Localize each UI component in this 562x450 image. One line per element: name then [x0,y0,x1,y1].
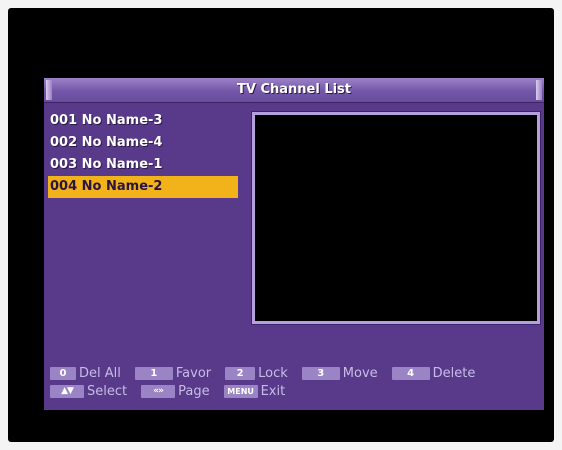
del-all-label: Del All [79,365,121,381]
lock-label: Lock [258,365,288,381]
video-preview [252,112,540,324]
title-bar-right-cap [536,80,542,100]
key-1-badge: 1 [134,366,173,380]
channel-item-selected[interactable]: 004 No Name-2 [48,176,238,198]
exit-label: Exit [260,383,286,399]
channel-item[interactable]: 001 No Name-3 [48,110,238,132]
channel-item[interactable]: 002 No Name-4 [48,132,238,154]
key-2-badge: 2 [225,366,256,380]
legend-row-2: ▲▼ Select «» Page MENU Exit [50,382,299,400]
up-down-arrows-icon: ▲▼ [50,384,84,398]
key-4-badge: 4 [391,366,430,380]
channel-list-panel: TV Channel List 001 No Name-3 002 No Nam… [44,78,544,410]
tv-screen: TV Channel List 001 No Name-3 002 No Nam… [8,8,554,442]
channel-list: 001 No Name-3 002 No Name-4 003 No Name-… [48,110,238,198]
page-title: TV Channel List [236,82,352,97]
favor-label: Favor [175,365,212,381]
page-left-right-icon: «» [141,384,176,398]
key-3-badge: 3 [301,366,340,380]
page-label: Page [178,383,210,399]
legend-row-1: 0 Del All 1 Favor 2 Lock 3 Move 4 Delete [50,364,489,382]
select-label: Select [87,383,128,399]
channel-item[interactable]: 003 No Name-1 [48,154,238,176]
key-0-badge: 0 [50,366,76,380]
menu-key-badge: MENU [223,384,258,398]
move-label: Move [342,365,378,381]
title-bar: TV Channel List [44,78,544,103]
button-legend: 0 Del All 1 Favor 2 Lock 3 Move 4 Delete… [44,360,544,410]
delete-label: Delete [432,365,476,381]
